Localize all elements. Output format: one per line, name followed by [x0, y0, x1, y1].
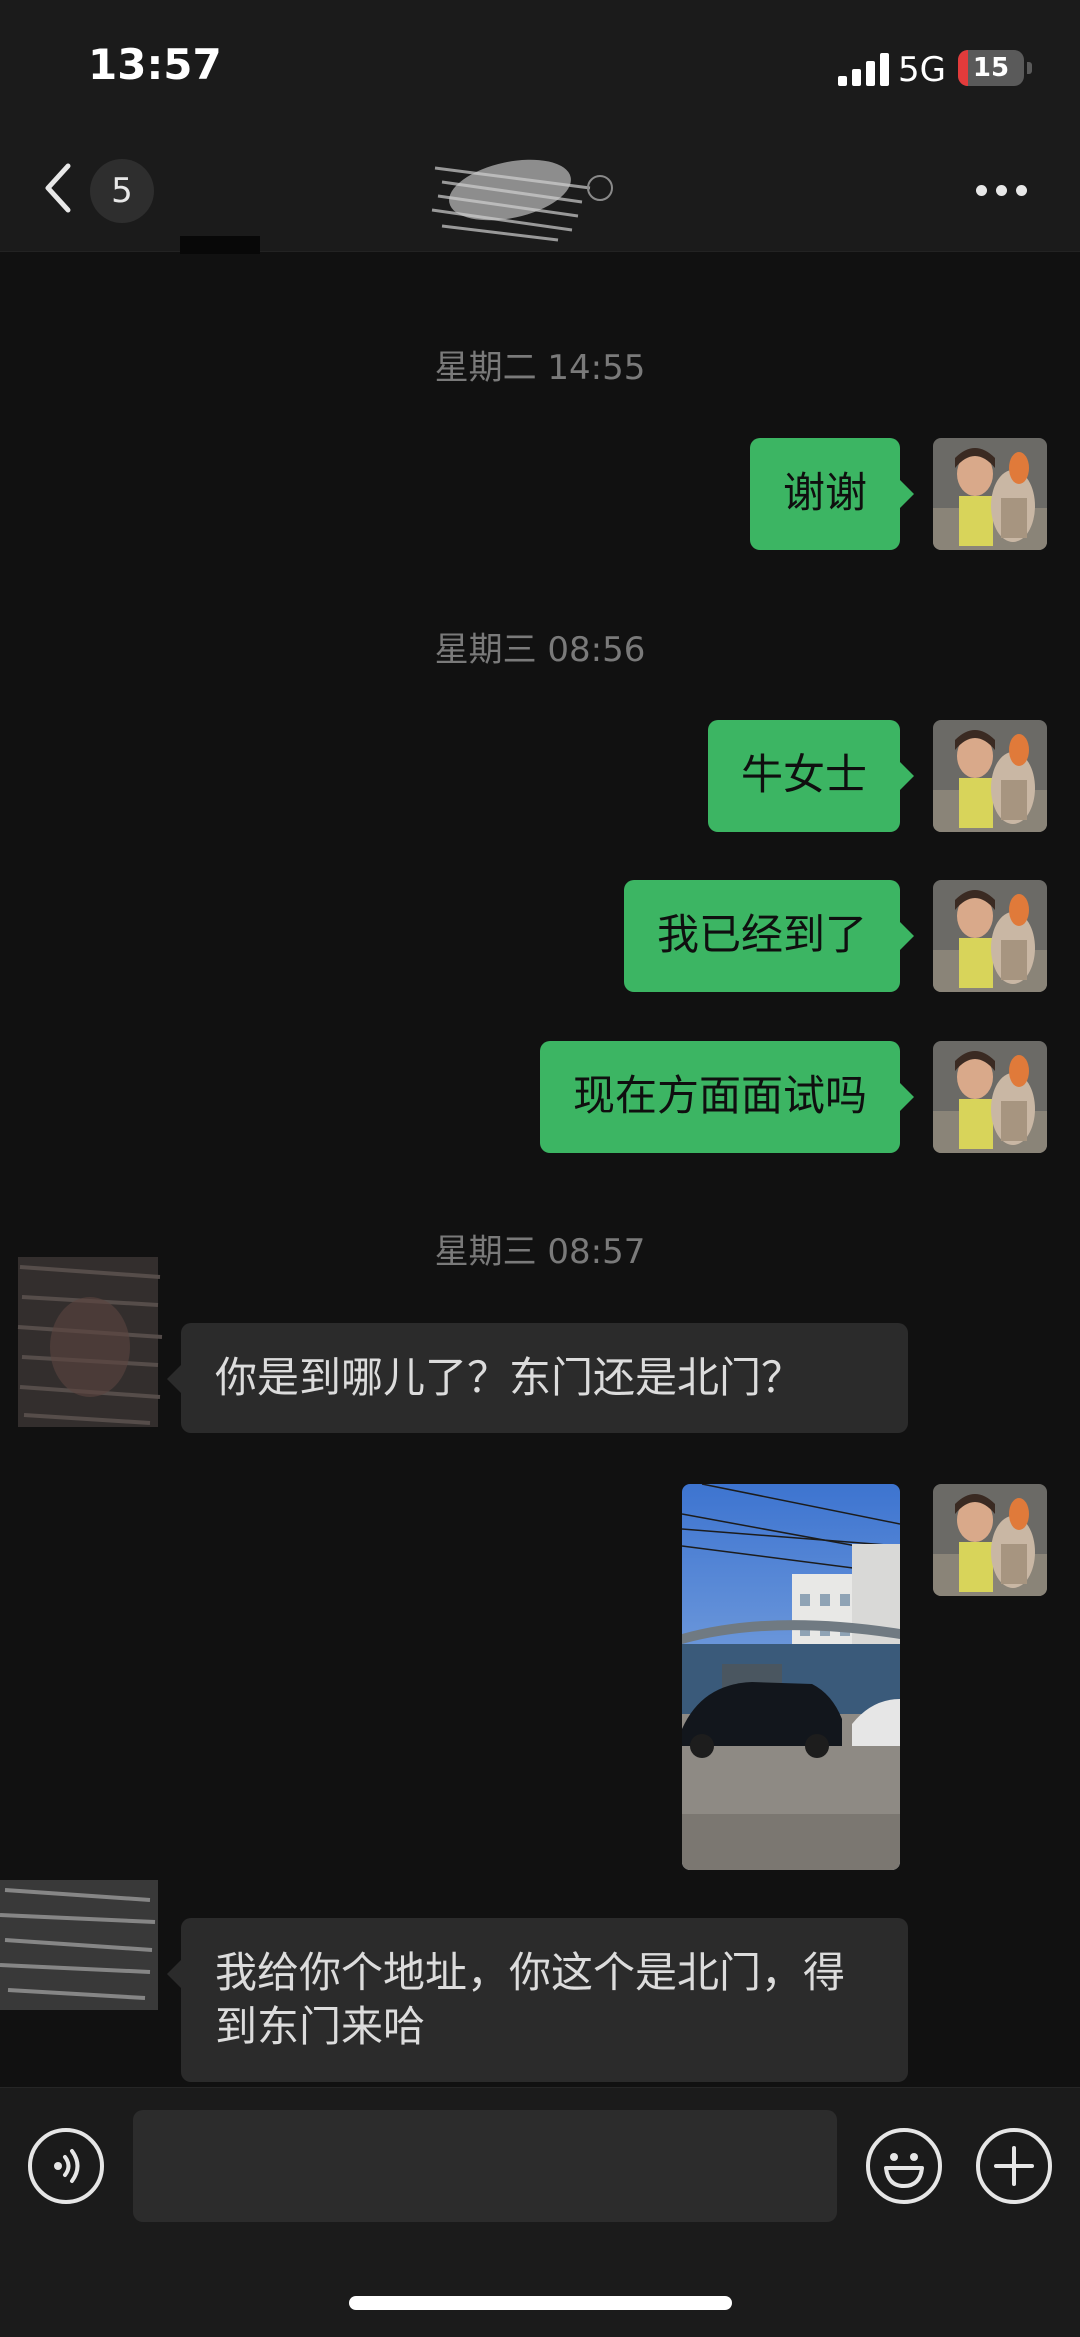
- chat-header: 5: [0, 130, 1080, 254]
- my-avatar-image: [933, 720, 1047, 832]
- my-avatar[interactable]: [933, 880, 1047, 992]
- battery-icon: 15: [958, 50, 1024, 86]
- my-avatar-image: [933, 438, 1047, 550]
- battery-level: 15: [972, 53, 1010, 83]
- sent-message[interactable]: 现在方面面试吗: [539, 1041, 915, 1153]
- message-input[interactable]: [133, 2110, 837, 2222]
- street-photo-image: [682, 1484, 900, 1870]
- sent-message[interactable]: 谢谢: [749, 438, 915, 550]
- battery-tip: [1027, 62, 1032, 74]
- more-button[interactable]: [972, 170, 1032, 210]
- plus-icon: [994, 2146, 1034, 2186]
- my-avatar[interactable]: [933, 438, 1047, 550]
- voice-button[interactable]: [28, 2128, 104, 2204]
- my-avatar-image: [933, 1041, 1047, 1153]
- photo-message[interactable]: [682, 1484, 900, 1870]
- chevron-left-icon: [45, 163, 71, 213]
- contact-avatar-redacted[interactable]: [0, 1247, 168, 1427]
- my-avatar-image: [933, 1484, 1047, 1596]
- emoji-icon: [884, 2153, 924, 2188]
- sent-message[interactable]: 我已经到了: [623, 880, 915, 992]
- redacted-contact-name: [180, 159, 613, 254]
- chat-screen: 13:57 5G 15 5 星期二 14:55 谢谢 星期三 08:56 牛女士…: [0, 0, 1080, 2337]
- home-indicator[interactable]: [349, 2296, 732, 2310]
- my-avatar[interactable]: [933, 1484, 1047, 1596]
- unread-count-badge[interactable]: 5: [90, 159, 154, 223]
- voice-icon: [54, 2149, 80, 2183]
- status-time: 13:57: [88, 40, 222, 89]
- received-message[interactable]: 你是到哪儿了？东门还是北门？: [167, 1323, 908, 1433]
- back-button[interactable]: [38, 158, 80, 218]
- message-timestamp: 星期三 08:56: [434, 630, 646, 670]
- status-bar: 13:57 5G 15: [0, 0, 1080, 130]
- message-list[interactable]: 星期二 14:55 谢谢 星期三 08:56 牛女士 我已经到了 现在方面面试吗…: [0, 252, 1080, 2087]
- plus-button[interactable]: [976, 2128, 1052, 2204]
- network-type: 5G: [898, 50, 946, 90]
- my-avatar[interactable]: [933, 1041, 1047, 1153]
- contact-avatar-redacted[interactable]: [0, 1860, 168, 2020]
- message-timestamp: 星期二 14:55: [434, 348, 646, 388]
- signal-strength-icon: [838, 52, 890, 86]
- emoji-button[interactable]: [866, 2128, 942, 2204]
- my-avatar-image: [933, 880, 1047, 992]
- sent-message[interactable]: 牛女士: [707, 720, 915, 832]
- received-message[interactable]: 我给你个地址，你这个是北门，得到东门来哈: [167, 1918, 908, 2082]
- my-avatar[interactable]: [933, 720, 1047, 832]
